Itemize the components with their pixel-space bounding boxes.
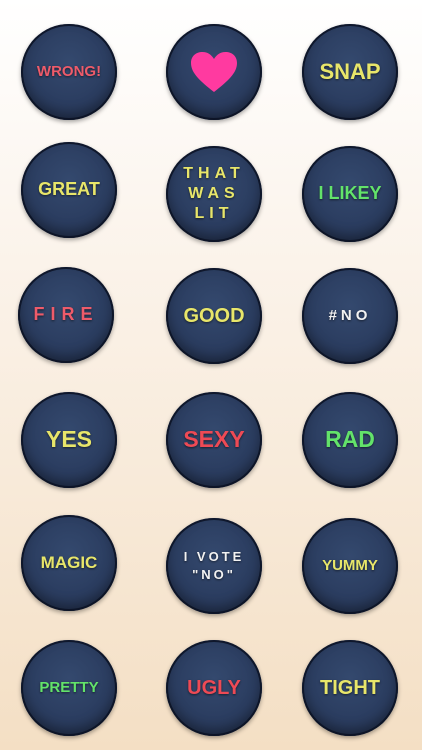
sticker-label: GOOD (183, 305, 245, 327)
sticker-i-likey[interactable]: I LIKEY (302, 146, 398, 242)
sticker-label: #NO (328, 306, 372, 324)
sticker-grid: WRONG! SNAP GREAT THAT WAS LIT I LIKEY F… (0, 0, 422, 750)
sticker-pretty[interactable]: PRETTY (21, 640, 117, 736)
sticker-yes[interactable]: YES (21, 392, 117, 488)
sticker-yummy[interactable]: YUMMY (302, 518, 398, 614)
sticker-hashtag-no[interactable]: #NO (302, 268, 398, 364)
sticker-label: SNAP (319, 58, 381, 84)
sticker-i-vote-no[interactable]: I VOTE "NO" (166, 518, 262, 614)
sticker-great[interactable]: GREAT (21, 142, 117, 238)
sticker-label: SEXY (183, 426, 245, 453)
sticker-label: YUMMY (322, 556, 378, 574)
sticker-ugly[interactable]: UGLY (166, 640, 262, 736)
sticker-heart[interactable] (166, 24, 262, 120)
sticker-magic[interactable]: MAGIC (21, 515, 117, 611)
sticker-label: FIRE (33, 304, 99, 325)
sticker-label: PRETTY (39, 678, 99, 696)
sticker-label: I VOTE "NO" (183, 549, 245, 582)
sticker-label: THAT WAS LIT (183, 165, 245, 222)
sticker-good[interactable]: GOOD (166, 268, 262, 364)
sticker-tight[interactable]: TIGHT (302, 640, 398, 736)
sticker-that-was-lit[interactable]: THAT WAS LIT (166, 146, 262, 242)
sticker-snap[interactable]: SNAP (302, 24, 398, 120)
sticker-sexy[interactable]: SEXY (166, 392, 262, 488)
sticker-label: GREAT (38, 179, 100, 200)
sticker-label: RAD (325, 426, 375, 453)
sticker-label: YES (45, 426, 93, 453)
sticker-fire[interactable]: FIRE (18, 267, 114, 363)
sticker-label: WRONG! (36, 62, 102, 80)
sticker-wrong[interactable]: WRONG! (21, 24, 117, 120)
heart-icon (191, 52, 237, 92)
sticker-rad[interactable]: RAD (302, 392, 398, 488)
sticker-label: I LIKEY (318, 183, 382, 204)
sticker-label: MAGIC (40, 552, 98, 572)
sticker-label: TIGHT (320, 677, 380, 699)
sticker-label: UGLY (187, 677, 241, 699)
